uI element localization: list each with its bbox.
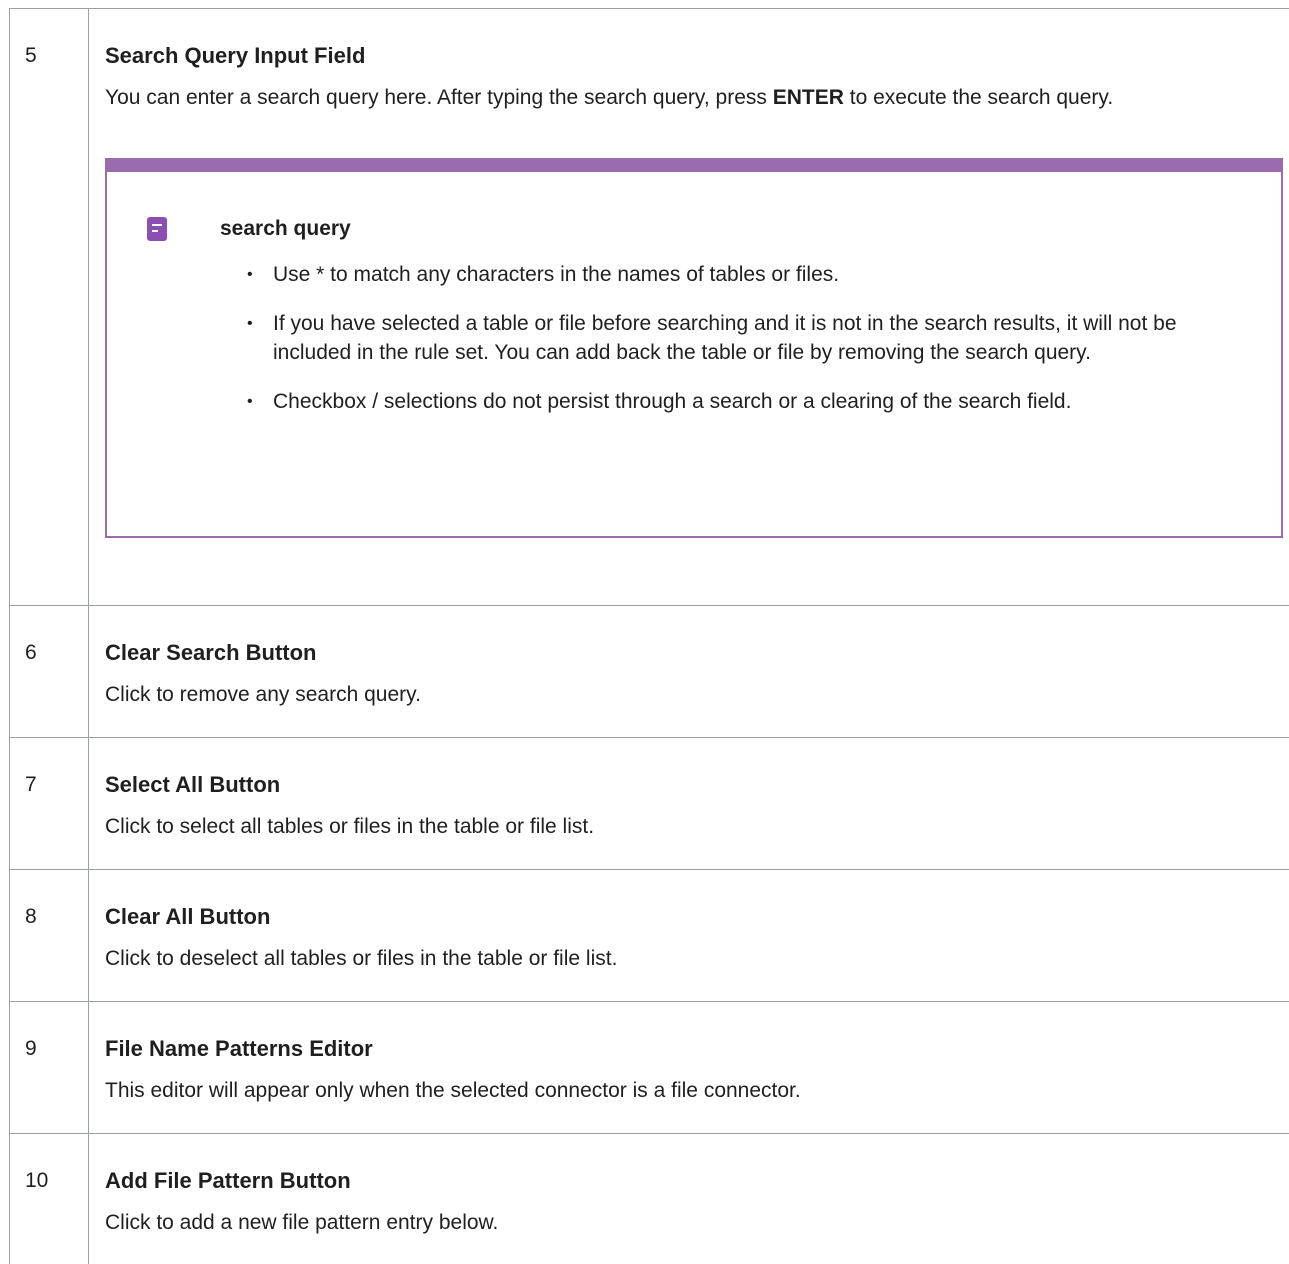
- row-description: File Name Patterns Editor This editor wi…: [89, 1002, 1289, 1133]
- row-description: Add File Pattern Button Click to add a n…: [89, 1134, 1289, 1264]
- row-number: 7: [9, 738, 89, 869]
- desc-text: to execute the search query.: [843, 86, 1114, 109]
- list-item: • Checkbox / selections do not persist th…: [247, 387, 1241, 416]
- item-title: Clear All Button: [105, 904, 271, 929]
- item-description: Click to deselect all tables or files in…: [105, 947, 618, 970]
- item-title: Select All Button: [105, 772, 281, 797]
- table-row: 7 Select All Button Click to select all …: [9, 738, 1289, 870]
- table-row: 5 Search Query Input Field You can enter…: [9, 9, 1289, 606]
- row-number: 9: [9, 1002, 89, 1133]
- row-number: 6: [9, 606, 89, 737]
- item-description: Click to remove any search query.: [105, 683, 421, 706]
- note-icon: [147, 217, 167, 241]
- row-description: Clear Search Button Click to remove any …: [89, 606, 1289, 737]
- item-title: File Name Patterns Editor: [105, 1036, 373, 1061]
- row-number: 10: [9, 1134, 89, 1264]
- item-description: This editor will appear only when the se…: [105, 1079, 801, 1102]
- item-description: You can enter a search query here. After…: [105, 83, 1289, 113]
- item-title: Clear Search Button: [105, 640, 317, 665]
- enter-key-label: ENTER: [772, 86, 844, 109]
- item-title: Search Query Input Field: [105, 43, 366, 68]
- table-row: 10 Add File Pattern Button Click to add …: [9, 1134, 1289, 1264]
- row-number: 8: [9, 870, 89, 1001]
- row-description: Search Query Input Field You can enter a…: [89, 9, 1289, 605]
- table-row: 8 Clear All Button Click to deselect all…: [9, 870, 1289, 1002]
- item-description: Click to select all tables or files in t…: [105, 815, 595, 838]
- row-description: Select All Button Click to select all ta…: [89, 738, 1289, 869]
- table-row: 9 File Name Patterns Editor This editor …: [9, 1002, 1289, 1134]
- note-title: search query: [220, 217, 351, 240]
- row-description: Clear All Button Click to deselect all t…: [89, 870, 1289, 1001]
- desc-text: You can enter a search query here. After…: [105, 86, 773, 109]
- bullet-icon: •: [247, 266, 253, 283]
- item-description: Click to add a new file pattern entry be…: [105, 1211, 499, 1234]
- note-callout: search query • Use * to match any charact…: [105, 158, 1283, 538]
- item-title: Add File Pattern Button: [105, 1168, 351, 1193]
- bullet-icon: •: [247, 393, 253, 410]
- reference-table: 5 Search Query Input Field You can enter…: [9, 8, 1289, 1264]
- list-item: • Use * to match any characters in the na…: [247, 260, 1241, 289]
- row-number: 5: [9, 9, 89, 605]
- note-list: • Use * to match any characters in the na…: [247, 260, 1241, 436]
- list-item: • If you have selected a table or file be…: [247, 309, 1241, 367]
- bullet-icon: •: [247, 315, 253, 332]
- table-row: 6 Clear Search Button Click to remove an…: [9, 606, 1289, 738]
